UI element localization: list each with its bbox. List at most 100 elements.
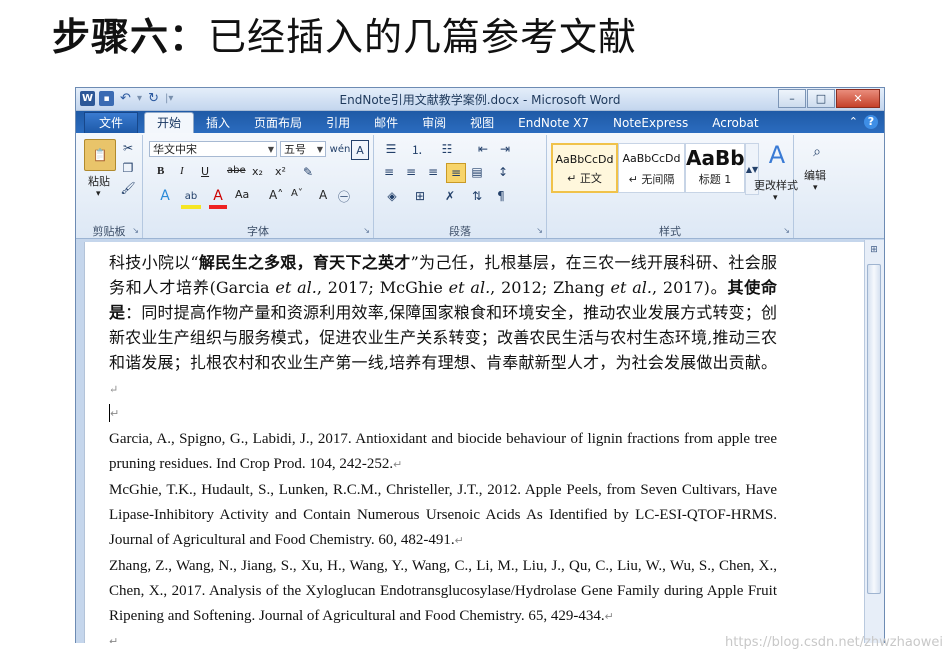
grow-font-button[interactable]: A˄: [269, 188, 283, 202]
style-normal-sample: AaBbCcDd: [555, 153, 614, 166]
styles-launcher-icon[interactable]: ↘: [783, 226, 790, 235]
font-group: 华文中宋 ▼ 五号 ▼ wén A B I U abe x₂ x² ✎ A ab A…: [143, 135, 374, 238]
tab-view[interactable]: 视图: [458, 113, 506, 133]
help-icon[interactable]: ?: [864, 115, 878, 129]
slide-title-step: 步骤六：: [52, 15, 209, 59]
highlight-icon[interactable]: ab: [181, 187, 201, 209]
reference-text: Zhang, Z., Wang, N., Jiang, S., Xu, H., …: [109, 558, 777, 624]
editing-button[interactable]: 编辑: [804, 167, 826, 183]
chevron-down-icon: ▼: [316, 145, 323, 154]
format-painter-icon[interactable]: 🖌: [120, 180, 136, 196]
paste-dropdown-icon[interactable]: ▾: [96, 189, 101, 199]
decrease-indent-icon[interactable]: ⇤: [474, 140, 492, 158]
style-no-spacing-name: ↵ 无间隔: [628, 173, 675, 186]
empty-line-with-cursor: ↵: [109, 402, 777, 427]
maximize-button[interactable]: □: [807, 89, 835, 108]
change-styles-dropdown-icon[interactable]: ▾: [773, 193, 778, 203]
document-body[interactable]: 科技小院以“解民生之多艰，育天下之英才”为己任，扎根基层，在三农一线开展科研、社…: [109, 250, 777, 643]
scroll-thumb[interactable]: [867, 264, 881, 594]
paste-button[interactable]: 粘贴: [88, 173, 110, 189]
chinese-layout-icon[interactable]: ✗: [438, 187, 462, 205]
phonetic-guide-icon[interactable]: wén: [330, 140, 351, 158]
ruler-toggle-icon[interactable]: ⊞: [866, 242, 882, 258]
change-styles-button[interactable]: 更改样式: [754, 177, 798, 193]
minimize-ribbon-icon[interactable]: ⌃: [849, 115, 858, 129]
style-heading-1-name: 标题 1: [698, 173, 732, 186]
bold-button[interactable]: B: [157, 165, 164, 177]
para-etal-1: et al.: [275, 278, 317, 297]
align-right-icon[interactable]: ≡: [424, 163, 442, 181]
close-button[interactable]: ✕: [836, 89, 880, 108]
borders-icon[interactable]: ⊞: [408, 187, 432, 205]
change-styles-icon[interactable]: A: [763, 141, 791, 169]
reference-text: Garcia, A., Spigno, G., Labidi, J., 2017…: [109, 431, 777, 472]
justify-icon[interactable]: ≡: [446, 163, 466, 183]
tab-file[interactable]: 文件: [84, 112, 139, 133]
paragraph-label: 段落: [449, 225, 471, 238]
change-case-button[interactable]: Aa: [235, 188, 249, 201]
minimize-button[interactable]: –: [778, 89, 806, 108]
style-normal-name: ↵ 正文: [567, 172, 602, 185]
text-effect-icon[interactable]: A: [155, 187, 175, 205]
line-spacing-icon[interactable]: ↕: [492, 163, 514, 181]
trailing-empty-line: ↵: [109, 630, 777, 643]
style-normal[interactable]: AaBbCcDd ↵ 正文: [551, 143, 618, 193]
increase-indent-icon[interactable]: ⇥: [496, 140, 514, 158]
paragraph-mark-icon: ↵: [604, 611, 614, 623]
para-text-1: 科技小院以“: [109, 253, 199, 272]
editing-dropdown-icon[interactable]: ▾: [813, 183, 818, 193]
character-border-icon[interactable]: A: [351, 140, 369, 160]
bullets-icon[interactable]: ☰: [380, 140, 402, 158]
tab-insert[interactable]: 插入: [194, 113, 242, 133]
copy-icon[interactable]: ❐: [120, 160, 136, 176]
paragraph-launcher-icon[interactable]: ↘: [536, 226, 543, 235]
clear-format-button[interactable]: A: [319, 188, 327, 202]
tab-home[interactable]: 开始: [144, 112, 195, 133]
enclose-character-icon[interactable]: ㊀: [335, 187, 353, 205]
document-page[interactable]: 科技小院以“解民生之多艰，育天下之英才”为己任，扎根基层，在三农一线开展科研、社…: [84, 242, 865, 643]
align-left-icon[interactable]: ≡: [380, 163, 398, 181]
styles-label: 样式: [659, 225, 681, 238]
clipboard-launcher-icon[interactable]: ↘: [132, 226, 139, 235]
italic-button[interactable]: I: [180, 165, 184, 177]
window-title: EndNote引用文献教学案例.docx - Microsoft Word: [339, 93, 621, 107]
tab-references[interactable]: 引用: [314, 113, 362, 133]
tab-noteexpress[interactable]: NoteExpress: [601, 113, 700, 133]
find-binoculars-icon[interactable]: ⌕: [806, 141, 828, 163]
change-case-icon[interactable]: ✎: [299, 163, 317, 181]
paste-icon[interactable]: 📋: [84, 139, 116, 171]
multilevel-list-icon[interactable]: ☷: [434, 140, 460, 158]
ribbon: 📋 粘贴 ▾ ✂ ❐ 🖌 剪贴板 ↘ 华文中宋 ▼ 五号 ▼ wén A B I U…: [76, 133, 884, 239]
underline-button[interactable]: U: [201, 165, 209, 178]
font-size-combo[interactable]: 五号 ▼: [280, 141, 326, 157]
tab-review[interactable]: 审阅: [410, 113, 458, 133]
subscript-button[interactable]: x₂: [252, 165, 263, 178]
font-launcher-icon[interactable]: ↘: [363, 226, 370, 235]
tab-mailings[interactable]: 邮件: [362, 113, 410, 133]
strikethrough-button[interactable]: abe: [227, 165, 246, 176]
font-name-combo[interactable]: 华文中宋 ▼: [149, 141, 277, 157]
tab-endnote[interactable]: EndNote X7: [506, 113, 601, 133]
superscript-button[interactable]: x²: [275, 165, 286, 178]
body-paragraph: 科技小院以“解民生之多艰，育天下之英才”为己任，扎根基层，在三农一线开展科研、社…: [109, 250, 777, 402]
shrink-font-button[interactable]: A˅: [291, 188, 303, 199]
sort-icon[interactable]: ⇅: [468, 187, 486, 205]
numbering-icon[interactable]: ⒈: [406, 140, 428, 158]
tab-page-layout[interactable]: 页面布局: [242, 113, 314, 133]
watermark: https://blog.csdn.net/zhwzhaowei: [725, 635, 943, 650]
style-no-spacing[interactable]: AaBbCcDd ↵ 无间隔: [618, 143, 685, 193]
cut-icon[interactable]: ✂: [120, 140, 136, 156]
align-center-icon[interactable]: ≡: [402, 163, 420, 181]
para-text-6: ：同时提高作物产量和资源利用效率,保障国家粮食和环境安全，推动农业发展方式转变；…: [109, 303, 777, 372]
style-heading-1[interactable]: AaBb 标题 1: [685, 143, 745, 193]
reference-item: McGhie, T.K., Hudault, S., Lunken, R.C.M…: [109, 478, 777, 554]
document-area: 科技小院以“解民生之多艰，育天下之英才”为己任，扎根基层，在三农一线开展科研、社…: [76, 240, 884, 643]
show-marks-icon[interactable]: ¶: [492, 187, 510, 205]
tab-acrobat[interactable]: Acrobat: [700, 113, 770, 133]
reference-item: Zhang, Z., Wang, N., Jiang, S., Xu, H., …: [109, 554, 777, 630]
shading-icon[interactable]: ◈: [380, 187, 404, 205]
vertical-scrollbar[interactable]: ⊞: [864, 240, 884, 643]
distributed-icon[interactable]: ▤: [468, 163, 486, 181]
font-color-icon[interactable]: A: [209, 187, 227, 209]
font-label: 字体: [247, 225, 269, 238]
